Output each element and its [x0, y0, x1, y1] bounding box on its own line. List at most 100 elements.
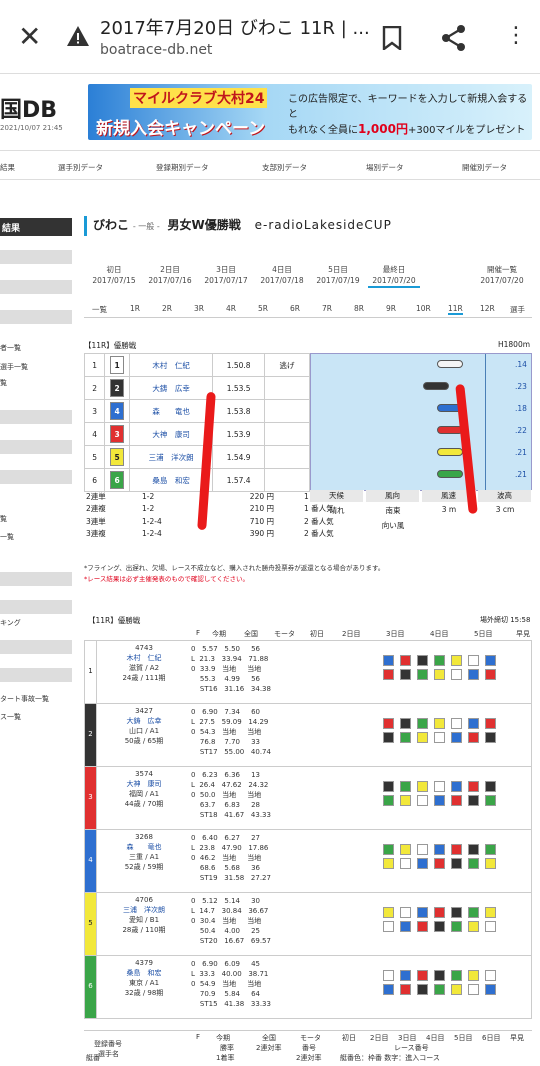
tab-list[interactable]: 一覧: [92, 304, 107, 315]
col-motor: モータ: [300, 1034, 321, 1042]
tab-1r[interactable]: 1R: [130, 304, 140, 313]
col-term: 今期: [216, 1034, 230, 1042]
result-cell: [400, 781, 411, 792]
tab-9r[interactable]: 9R: [386, 304, 396, 313]
site-date: 2021/10/07 21:45: [0, 124, 63, 132]
racer-name-link[interactable]: 三浦 洋次朗: [99, 905, 189, 915]
tab-2r[interactable]: 2R: [162, 304, 172, 313]
sidebar-item[interactable]: 覧: [0, 378, 7, 388]
meet-list-link[interactable]: 開催一覧 2017/07/20: [476, 264, 528, 286]
racer-age: 52歳 / 59期: [124, 863, 164, 871]
result-cell: [383, 844, 394, 855]
payout-table: 2連単1-2220 円1 番人気2連複1-2210 円1 番人気3連単1-2-4…: [84, 490, 336, 540]
tab-4r[interactable]: 4R: [226, 304, 236, 313]
nav-racer-data[interactable]: 選手別データ: [58, 162, 103, 173]
result-cell: [400, 669, 411, 680]
result-cell: [383, 669, 394, 680]
more-options-icon[interactable]: ⋮: [505, 22, 527, 50]
reg-number: 4706: [135, 896, 153, 904]
sidebar-item[interactable]: 一覧: [0, 532, 14, 542]
racer-name-link[interactable]: 桑島 和宏: [99, 968, 189, 978]
payout-row: 2連複 1-2 210 円1 番人気: [84, 503, 336, 516]
result-cell: [400, 858, 411, 869]
racer-name-link[interactable]: 森 竜也: [128, 399, 214, 423]
tab-3r[interactable]: 3R: [194, 304, 204, 313]
result-cell: [400, 921, 411, 932]
result-cell: [434, 669, 445, 680]
tab-8r[interactable]: 8R: [354, 304, 364, 313]
result-cell: [417, 781, 428, 792]
sidebar-item[interactable]: 覧: [0, 514, 7, 524]
venue-name: びわこ: [93, 218, 130, 232]
racer-name-link[interactable]: 大神 康司: [128, 422, 214, 446]
result-cell: [400, 970, 411, 981]
entry-heading: 【11R】優勝戦: [88, 616, 141, 625]
result-cell: [400, 984, 411, 995]
sidebar-item[interactable]: キング: [0, 618, 21, 628]
nav-results[interactable]: 結果: [0, 162, 15, 173]
payout-row: 3連複 1-2-4 390 円2 番人気: [84, 528, 336, 541]
racer-name-link[interactable]: 森 竜也: [99, 842, 189, 852]
nav-venue-data[interactable]: 場別データ: [366, 162, 404, 173]
tab-12r[interactable]: 12R: [480, 304, 495, 313]
result-heading: 【11R】優勝戦: [84, 341, 137, 350]
day-tab[interactable]: 4日目 2017/07/18: [256, 264, 308, 286]
result-table: 1 1 木村 仁紀 1.50.8 逃げ 2 2 大鋳 広幸 1.53.5 3 4 森 竜也 1.53.8…: [83, 353, 310, 492]
payout-amount: 220 円: [249, 491, 274, 501]
tab-5r[interactable]: 5R: [258, 304, 268, 313]
day-tab-final[interactable]: 最終日 2017/07/20: [368, 264, 420, 288]
tab-11r[interactable]: 11R: [448, 304, 463, 315]
racer-name-link[interactable]: 大神 康司: [99, 779, 189, 789]
nav-branch-data[interactable]: 支部別データ: [262, 162, 307, 173]
result-cell: [434, 970, 445, 981]
payout-row: 2連単1-2220 円1 番人気: [84, 490, 336, 503]
entry-columns: F 今期 全国 モータ 初日 2日目 3日目 4日目 5日目 早見: [84, 628, 532, 639]
racer-name-link[interactable]: 木村 仁紀: [128, 353, 214, 377]
reg-number: 3268: [135, 833, 153, 841]
racer-name-link[interactable]: 三浦 洋次朗: [128, 445, 214, 469]
sidebar-item[interactable]: ス一覧: [0, 712, 21, 722]
race-time: 1.53.8: [212, 399, 265, 423]
racer-name-link[interactable]: 大鋳 広幸: [99, 716, 189, 726]
bookmark-icon[interactable]: [382, 26, 402, 50]
day-tab[interactable]: 2日目 2017/07/16: [144, 264, 196, 286]
result-cell: [383, 858, 394, 869]
result-cell: [451, 858, 462, 869]
nav-meet-data[interactable]: 開催別データ: [462, 162, 507, 173]
warning-icon[interactable]: [66, 25, 90, 47]
banner-headline: 新規入会キャンペーン: [96, 119, 266, 139]
payout-amount: 210 円: [249, 504, 274, 514]
sidebar-item[interactable]: 者一覧: [0, 343, 21, 353]
result-cell: [485, 858, 496, 869]
finish-pos: 5: [83, 445, 106, 469]
reg-number: 3574: [135, 770, 153, 778]
result-cell: [434, 858, 445, 869]
sidebar-item[interactable]: 選手一覧: [0, 362, 28, 372]
nav-term-data[interactable]: 登録期別データ: [156, 162, 209, 173]
ad-banner[interactable]: マイルクラブ大村24 新規入会キャンペーン この広告限定で、キーワードを入力して…: [88, 84, 532, 140]
site-logo[interactable]: 国DB: [0, 92, 57, 124]
day-tab[interactable]: 初日 2017/07/15: [88, 264, 140, 286]
racer-info: 4379 桑島 和宏 東京 / A1 32歳 / 98期: [99, 958, 189, 998]
close-icon[interactable]: ✕: [18, 22, 41, 52]
start-timing: .18: [515, 404, 527, 413]
racer-age: 28歳 / 110期: [122, 926, 166, 934]
result-cell: [485, 781, 496, 792]
col-day2: 2日目: [370, 1034, 389, 1042]
racer-name-link[interactable]: 大鋳 広幸: [128, 376, 214, 400]
bet-type: 2連複: [86, 504, 106, 514]
tab-10r[interactable]: 10R: [416, 304, 431, 313]
sidebar-item[interactable]: タート事故一覧: [0, 694, 49, 704]
tab-6r[interactable]: 6R: [290, 304, 300, 313]
result-row: 5 5 三浦 洋次朗 1.54.9: [83, 445, 310, 469]
racer-name-link[interactable]: 木村 仁紀: [99, 653, 189, 663]
tab-racers[interactable]: 選手: [510, 304, 525, 315]
page-url[interactable]: boatrace-db.net: [100, 42, 212, 58]
day-tab[interactable]: 3日目 2017/07/17: [200, 264, 252, 286]
result-cell: [485, 718, 496, 729]
share-icon[interactable]: [440, 24, 468, 52]
day-tab[interactable]: 5日目 2017/07/19: [312, 264, 364, 286]
tab-7r[interactable]: 7R: [322, 304, 332, 313]
reg-number: 4379: [135, 959, 153, 967]
racer-info: 3574 大神 康司 福岡 / A1 44歳 / 70期: [99, 769, 189, 809]
